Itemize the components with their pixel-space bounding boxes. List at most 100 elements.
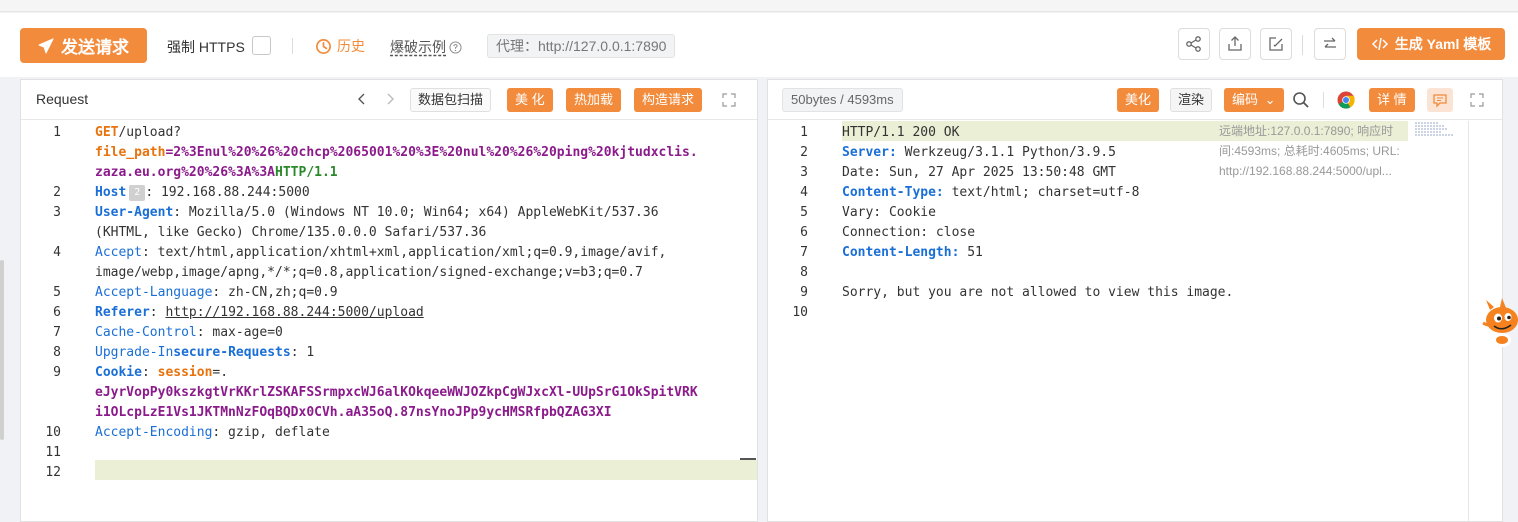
line-number: 9 [800, 285, 808, 300]
line-number: 6 [53, 305, 61, 320]
line-number: 8 [53, 345, 61, 360]
page-scrollbar[interactable] [0, 260, 4, 440]
hot-load-button[interactable]: 热加载 [566, 88, 622, 112]
response-beautify-button[interactable]: 美化 [1117, 88, 1160, 112]
code-token: Referer [95, 305, 150, 320]
request-code-line: 5 Accept-Language: zh-CN,zh;q=0.9 [21, 283, 757, 303]
chrome-icon[interactable] [1336, 90, 1356, 110]
code-token: image/webp,image/apng,*/*;q=0.8,applicat… [95, 265, 643, 280]
request-editor[interactable]: 1 GET/upload? file_path=2%3Enul%20%26%20ch… [21, 121, 757, 521]
request-beautify-button[interactable]: 美 化 [507, 88, 553, 112]
code-token: session [157, 365, 213, 380]
code-token: /upload? [118, 125, 182, 140]
request-code-line: 6 Referer: http://192.168.88.244:5000/upl… [21, 303, 757, 323]
share-button[interactable] [1178, 28, 1210, 60]
line-number: 4 [53, 245, 61, 260]
chevron-right-icon[interactable] [383, 92, 397, 106]
example-label: 爆破示例 [390, 39, 446, 55]
code-token: (KHTML, like Gecko) Chrome/135.0.0.0 Saf… [95, 225, 487, 240]
chevron-left-icon[interactable] [355, 92, 369, 106]
render-button[interactable]: 渲染 [1170, 88, 1213, 112]
request-panel-header: Request 数据包扫描 美 化 热加载 构造请求 [21, 80, 757, 120]
clock-icon [316, 38, 331, 54]
code-token: GET [95, 125, 119, 140]
response-code-line: 9 Sorry, but you are not allowed to view … [768, 283, 1502, 303]
code-token: =. [212, 365, 229, 380]
line-number: 12 [45, 465, 61, 480]
code-token: : [141, 365, 158, 380]
code-token: Vary: Cookie [842, 205, 936, 220]
minimap[interactable] [1414, 121, 1464, 137]
code-token: Cache-Control [95, 325, 197, 340]
example-link[interactable]: 爆破示例 [390, 37, 462, 57]
code-text: image/webp,image/apng,*/*;q=0.8,applicat… [95, 263, 643, 283]
code-text: HTTP/1.1 200 OK [842, 123, 959, 143]
swap-button[interactable] [1314, 28, 1346, 60]
search-icon[interactable] [1291, 90, 1311, 110]
upload-icon [1228, 36, 1242, 51]
packet-scan-button[interactable]: 数据包扫描 [410, 88, 492, 112]
request-panel: Request 数据包扫描 美 化 热加载 构造请求 1 GET/upload? f… [20, 79, 758, 522]
encoding-dropdown[interactable]: 编码 ⌄ [1224, 88, 1284, 112]
line-number: 10 [792, 305, 808, 320]
request-code-line: 7 Cache-Control: max-age=0 [21, 323, 757, 343]
code-token: : text/html,application/xhtml+xml,applic… [141, 245, 667, 260]
code-token: : 1 [290, 345, 315, 360]
code-token: User-Agent [95, 205, 174, 220]
code-token: HTTP/1.1 [275, 165, 338, 180]
code-token: 51 [959, 245, 983, 260]
request-code-line: 2 Host 2: 192.168.88.244:5000 [21, 183, 757, 203]
request-code-line: 11 [21, 443, 757, 463]
line-number: 8 [800, 265, 808, 280]
code-token: Accept [95, 245, 142, 260]
comment-button[interactable] [1427, 88, 1453, 112]
code-text: Cache-Control: max-age=0 [95, 323, 283, 343]
code-token: : gzip, deflate [212, 425, 330, 440]
request-code-line: 10 Accept-Encoding: gzip, deflate [21, 423, 757, 443]
response-code-line: 7 Content-Length: 51 [768, 243, 1502, 263]
history-button[interactable]: 历史 [315, 36, 365, 56]
code-token: =2%3Enul%20%26%20chcp%2065001%20%3E%20nu… [165, 145, 698, 160]
response-panel-header: 50bytes / 4593ms 美化 渲染 编码 ⌄ 详 情 [768, 80, 1502, 120]
construct-request-button[interactable]: 构造请求 [634, 88, 703, 112]
line-number: 4 [800, 185, 808, 200]
history-label: 历史 [337, 38, 365, 54]
minimap-divider [1468, 121, 1469, 521]
line-number: 11 [45, 445, 61, 460]
chevron-down-icon: ⌄ [1264, 92, 1276, 107]
line-number: 5 [800, 205, 808, 220]
code-token: Content-Type: [842, 185, 944, 200]
request-code-line: image/webp,image/apng,*/*;q=0.8,applicat… [21, 263, 757, 283]
response-code-line: 10 [768, 303, 1502, 323]
expand-icon[interactable] [721, 92, 737, 108]
edit-square-icon [1269, 37, 1283, 51]
code-token: : 192.168.88.244:5000 [145, 185, 310, 200]
code-text: Server: Werkzeug/3.1.1 Python/3.9.5 [842, 143, 1116, 163]
code-token: file_path [95, 145, 166, 160]
code-token: eJyrVopPy0kszkgtVrKKrlZSKAFSSrmpxcWJ6alK… [95, 385, 698, 400]
line-number: 10 [45, 425, 61, 440]
expand-icon[interactable] [1469, 92, 1485, 108]
response-code-line: 5 Vary: Cookie [768, 203, 1502, 223]
request-title: Request [36, 91, 89, 107]
code-token: Cookie [95, 365, 142, 380]
code-text: Accept-Language: zh-CN,zh;q=0.9 [95, 283, 338, 303]
send-request-label: 发送请求 [61, 38, 129, 57]
details-button[interactable]: 详 情 [1369, 88, 1415, 112]
send-request-button[interactable]: 发送请求 [20, 28, 147, 63]
code-token: Content-Length: [842, 245, 960, 260]
export-button[interactable] [1219, 28, 1251, 60]
response-code-line: 4 Content-Type: text/html; charset=utf-8 [768, 183, 1502, 203]
proxy-display[interactable]: 代理：http://127.0.0.1:7890 [487, 34, 676, 58]
divider [1302, 35, 1303, 55]
force-https-checkbox[interactable] [252, 36, 271, 55]
edit-button[interactable] [1260, 28, 1292, 60]
code-token: Connection: close [842, 225, 976, 240]
response-editor[interactable]: 1 HTTP/1.1 200 OK 2 Server: Werkzeug/3.1.1 … [768, 121, 1502, 521]
generate-yaml-button[interactable]: 生成 Yaml 模板 [1357, 28, 1505, 60]
code-token: http://192.168.88.244:5000/upload [165, 305, 424, 320]
response-code-line: 8 [768, 263, 1502, 283]
line-number: 5 [53, 285, 61, 300]
code-text: (KHTML, like Gecko) Chrome/135.0.0.0 Saf… [95, 223, 486, 243]
line-number: 3 [800, 165, 808, 180]
